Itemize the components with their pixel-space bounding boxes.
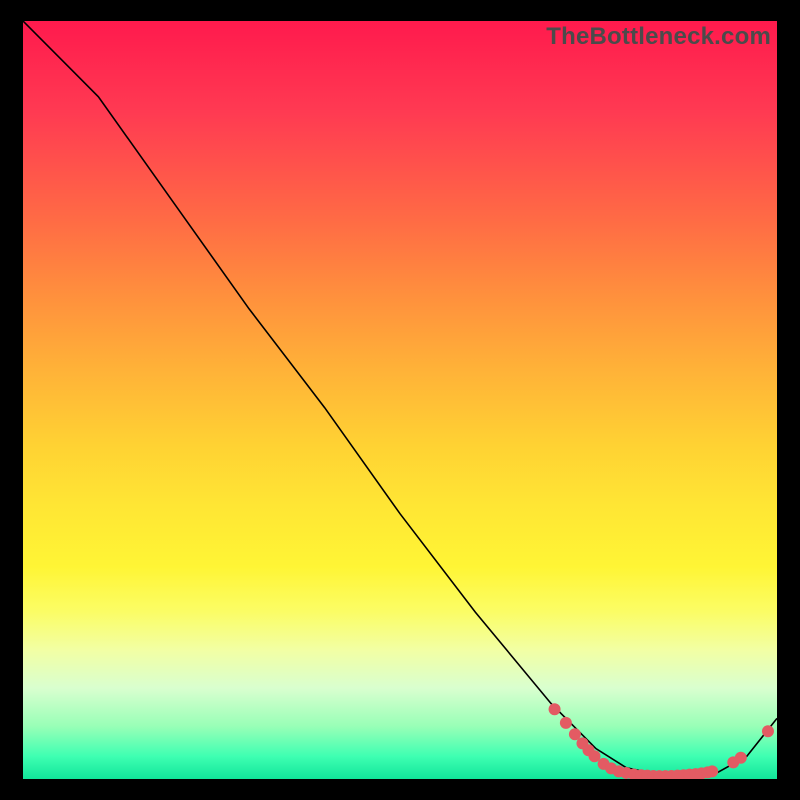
chart-frame: TheBottleneck.com bbox=[23, 21, 777, 779]
data-point bbox=[706, 765, 718, 777]
plot-area: TheBottleneck.com bbox=[23, 21, 777, 779]
data-point bbox=[735, 752, 747, 764]
chart-svg bbox=[23, 21, 777, 779]
data-point bbox=[560, 717, 572, 729]
data-point bbox=[549, 703, 561, 715]
bottleneck-curve bbox=[23, 21, 777, 777]
data-point bbox=[762, 725, 774, 737]
curve-layer bbox=[23, 21, 777, 777]
points-layer bbox=[549, 703, 774, 779]
